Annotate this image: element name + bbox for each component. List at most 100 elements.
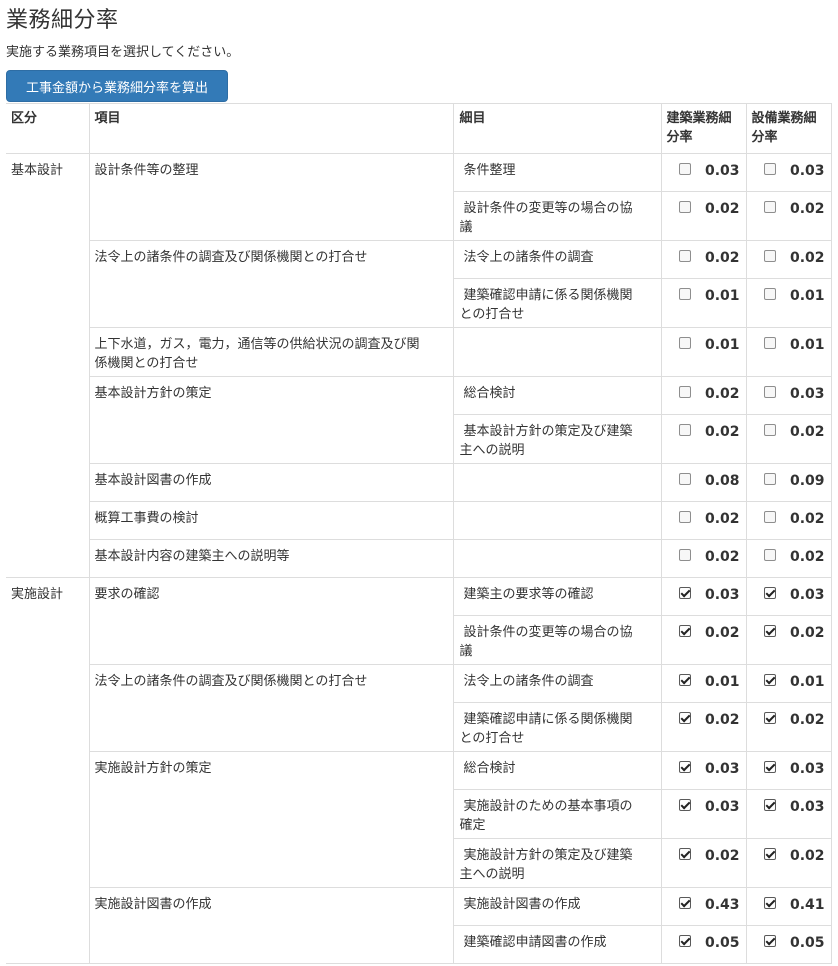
equip-ratio-checkbox[interactable]	[763, 674, 776, 686]
arch-ratio-value: 0.01	[704, 337, 740, 353]
equip-ratio-value: 0.09	[789, 473, 825, 489]
equip-ratio-checkbox[interactable]	[763, 337, 776, 349]
arch-ratio-checkbox[interactable]	[678, 288, 691, 300]
item-cell: 上下水道，ガス，電力，通信等の供給状況の調査及び関 係機関との打合せ	[89, 327, 454, 377]
arch-ratio-value: 0.02	[704, 549, 740, 565]
arch-ratio-cell: 0.02	[660, 501, 747, 540]
equip-ratio-checkbox[interactable]	[763, 935, 776, 947]
equip-ratio-value: 0.02	[789, 201, 825, 217]
equip-ratio-checkbox[interactable]	[763, 288, 776, 300]
detail-cell: 建築確認申請に係る関係機関との打合せ	[453, 278, 662, 328]
detail-label-line2: との打合せ	[459, 307, 525, 322]
arch-ratio-checkbox[interactable]	[678, 848, 691, 860]
arch-ratio-checkbox[interactable]	[678, 549, 691, 561]
equip-ratio-checkbox[interactable]	[763, 587, 776, 599]
arch-ratio-cell: 0.08	[660, 463, 747, 502]
arch-ratio-value: 0.02	[704, 201, 740, 217]
equip-ratio-checkbox[interactable]	[763, 386, 776, 398]
detail-cell: 建築確認申請図書の作成	[453, 925, 662, 964]
equip-ratio-checkbox[interactable]	[763, 424, 776, 436]
item-cell: 基本設計方針の策定	[89, 376, 454, 464]
table-row: 基本設計内容の建築主への説明等 0.02 0.02	[6, 539, 832, 578]
arch-ratio-checkbox[interactable]	[678, 337, 691, 349]
item-cell: 基本設計内容の建築主への説明等	[89, 539, 454, 578]
equip-ratio-checkbox[interactable]	[763, 799, 776, 811]
equip-ratio-checkbox[interactable]	[763, 761, 776, 773]
arch-ratio-checkbox[interactable]	[678, 625, 691, 637]
table-row: 基本設計 設計条件等の整理 条件整理 0.03 0.03	[6, 153, 832, 578]
detail-label-line2: 主への説明	[459, 443, 525, 458]
arch-ratio-cell: 0.02	[660, 191, 747, 241]
arch-ratio-checkbox[interactable]	[678, 761, 691, 773]
detail-label-line1: 建築確認申請に係る関係機関	[463, 288, 633, 303]
header-kubun: 区分	[6, 103, 90, 154]
equip-ratio-checkbox[interactable]	[763, 511, 776, 523]
arch-ratio-checkbox[interactable]	[678, 201, 691, 213]
detail-label-line1: 建築確認申請図書の作成	[463, 935, 607, 950]
arch-ratio-checkbox[interactable]	[678, 799, 691, 811]
item-label-line1: 上下水道，ガス，電力，通信等の供給状況の調査及び関	[94, 337, 420, 352]
table-row: 実施設計 要求の確認 建築主の要求等の確認 0.03 0.03	[6, 577, 832, 964]
arch-ratio-cell: 0.03	[660, 577, 747, 616]
equip-ratio-cell: 0.03	[745, 577, 832, 616]
header-equip-ratio: 設備業務細 分率	[745, 103, 832, 154]
equip-ratio-value: 0.03	[789, 799, 825, 815]
detail-cell: 法令上の諸条件の調査	[452, 240, 662, 279]
arch-ratio-checkbox[interactable]	[678, 935, 691, 947]
arch-ratio-value: 0.43	[704, 897, 740, 913]
equip-ratio-value: 0.01	[789, 288, 825, 304]
kubun-cell: 基本設計	[6, 153, 90, 578]
arch-ratio-value: 0.02	[704, 250, 740, 266]
arch-ratio-cell: 0.01	[660, 327, 747, 377]
arch-ratio-checkbox[interactable]	[678, 473, 691, 485]
detail-cell: 法令上の諸条件の調査	[452, 664, 662, 703]
arch-ratio-checkbox[interactable]	[678, 674, 691, 686]
equip-ratio-checkbox[interactable]	[763, 549, 776, 561]
arch-ratio-value: 0.02	[704, 625, 740, 641]
equip-ratio-checkbox[interactable]	[763, 625, 776, 637]
arch-ratio-checkbox[interactable]	[678, 250, 691, 262]
equip-ratio-value: 0.02	[789, 625, 825, 641]
table-row: 実施設計図書の作成 実施設計図書の作成 0.43 0.41	[6, 887, 832, 964]
equip-ratio-cell: 0.09	[745, 463, 832, 502]
item-cell: 法令上の諸条件の調査及び関係機関との打合せ	[89, 664, 454, 752]
equip-ratio-value: 0.02	[789, 424, 825, 440]
arch-ratio-checkbox[interactable]	[678, 386, 691, 398]
detail-cell: 建築確認申請に係る関係機関 との打合せ	[453, 702, 662, 752]
detail-cell: 実施設計図書の作成	[452, 887, 662, 926]
equip-ratio-checkbox[interactable]	[763, 201, 776, 213]
equip-ratio-value: 0.03	[789, 386, 825, 402]
table-row: 法令上の諸条件の調査及び関係機関との打合せ 法令上の諸条件の調査 0.02 0.02	[6, 240, 832, 328]
arch-ratio-checkbox[interactable]	[678, 897, 691, 909]
detail-label-line1: 総合検討	[463, 386, 516, 401]
detail-label-line2: 議	[459, 644, 473, 659]
equip-ratio-checkbox[interactable]	[763, 163, 776, 175]
arch-ratio-checkbox[interactable]	[678, 511, 691, 523]
arch-ratio-checkbox[interactable]	[678, 712, 691, 724]
arch-ratio-cell: 0.02	[660, 414, 747, 464]
arch-ratio-value: 0.05	[704, 935, 740, 951]
equip-ratio-checkbox[interactable]	[763, 473, 776, 485]
detail-label-line2: 確定	[459, 818, 486, 833]
arch-ratio-checkbox[interactable]	[678, 163, 691, 175]
arch-ratio-value: 0.03	[704, 163, 740, 179]
table-header-row: 区分 項目 細目 建築業務細 分率 設備業務細 分率	[6, 103, 832, 154]
arch-ratio-cell: 0.01	[660, 664, 747, 703]
item-cell: 実施設計図書の作成	[89, 887, 454, 964]
arch-ratio-cell: 0.43	[660, 887, 747, 926]
equip-ratio-value: 0.03	[789, 587, 825, 603]
calc-from-cost-button[interactable]: 工事金額から業務細分率を算出	[6, 70, 228, 102]
arch-ratio-value: 0.02	[704, 848, 740, 864]
arch-ratio-checkbox[interactable]	[678, 424, 691, 436]
equip-ratio-cell: 0.02	[745, 702, 832, 752]
equip-ratio-checkbox[interactable]	[763, 897, 776, 909]
equip-ratio-checkbox[interactable]	[763, 712, 776, 724]
work-ratio-table: 区分 項目 細目 建築業務細 分率 設備業務細 分率 基本設計 設計条件等の整理 条件整…	[6, 103, 832, 964]
detail-label-line1: 建築確認申請に係る関係機関	[463, 712, 633, 727]
arch-ratio-checkbox[interactable]	[678, 587, 691, 599]
arch-ratio-value: 0.02	[704, 386, 740, 402]
equip-ratio-cell: 0.01	[745, 664, 832, 703]
equip-ratio-cell: 0.03	[745, 376, 832, 415]
equip-ratio-checkbox[interactable]	[763, 848, 776, 860]
equip-ratio-checkbox[interactable]	[763, 250, 776, 262]
